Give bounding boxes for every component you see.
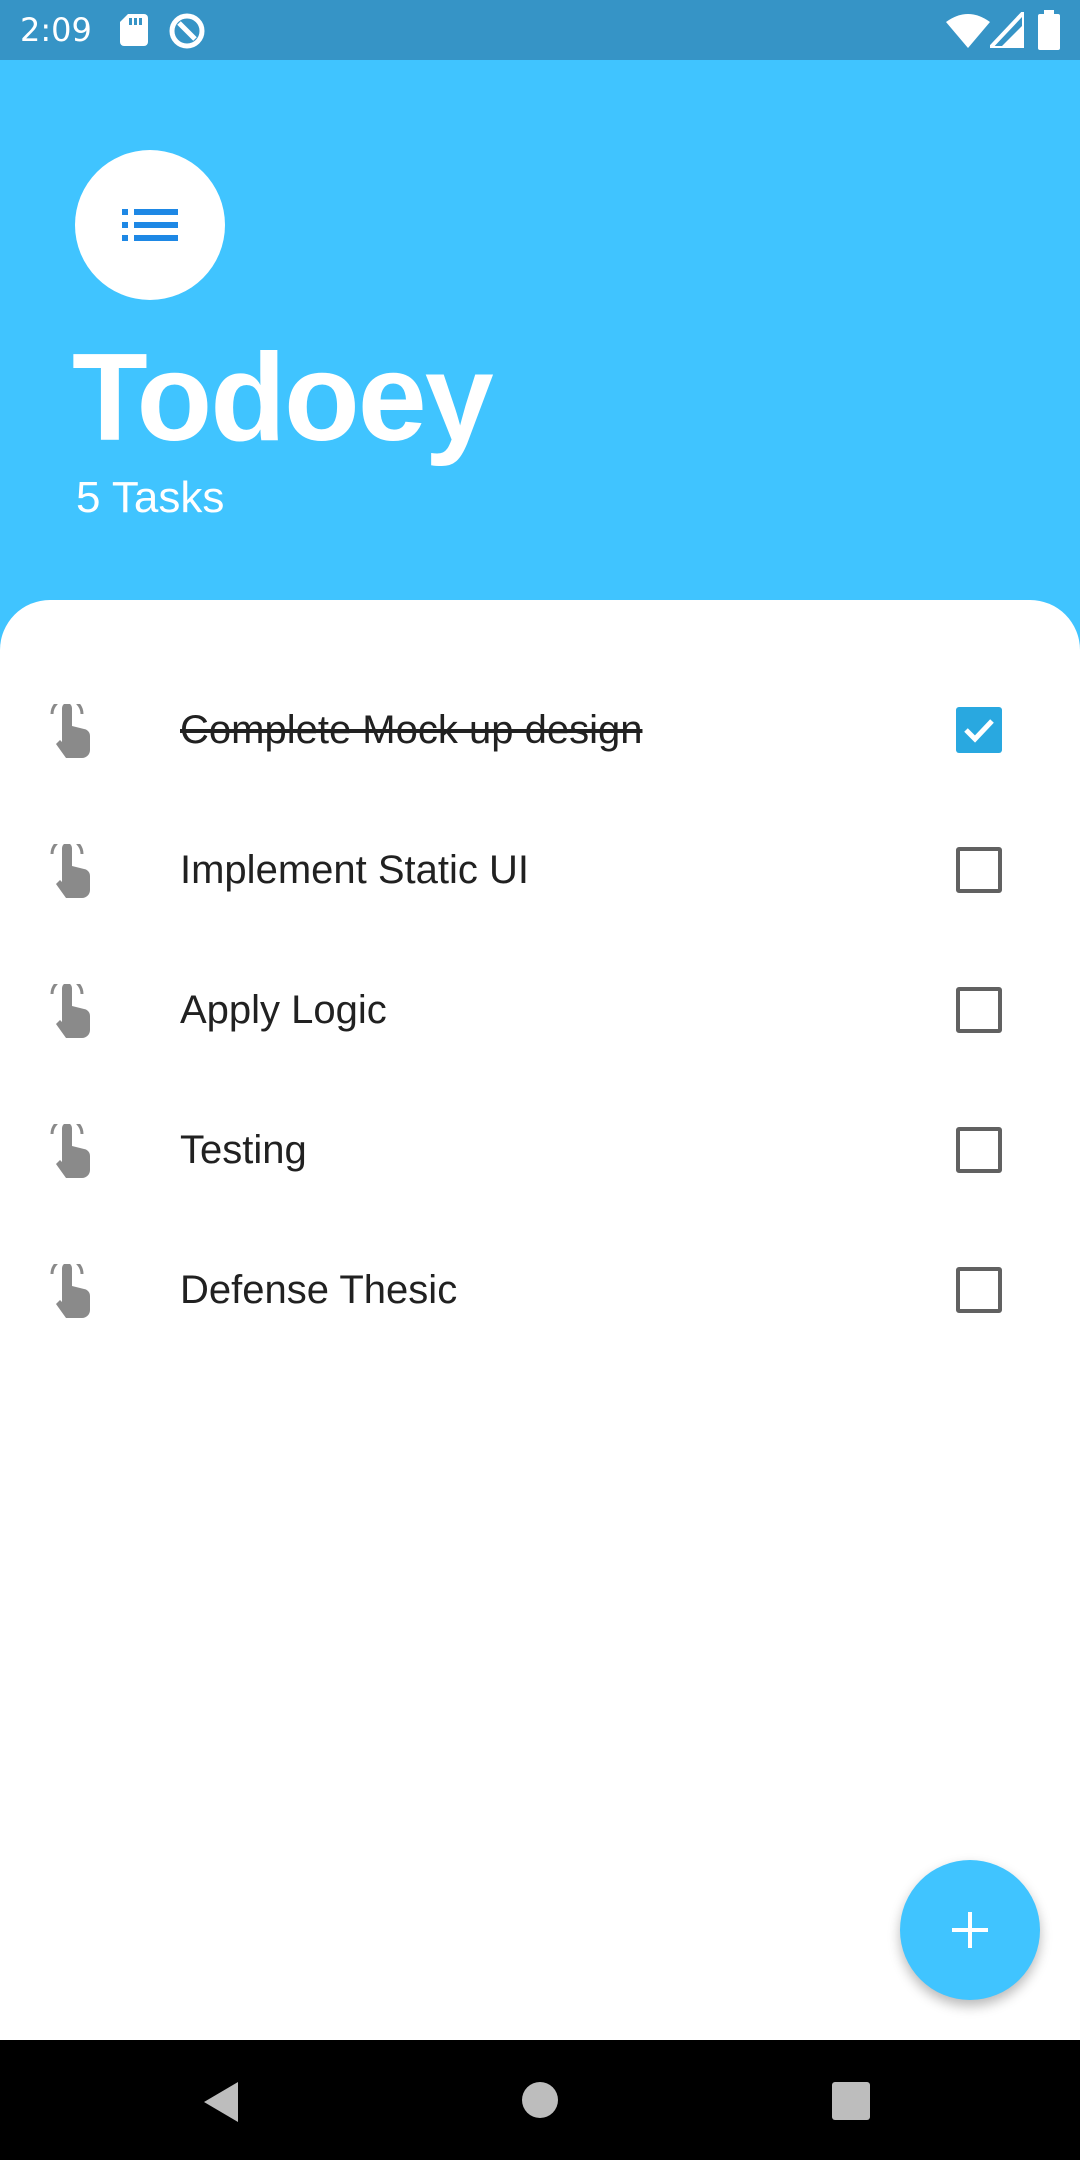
check-icon [964, 719, 994, 743]
task-checkbox[interactable] [956, 1127, 1002, 1173]
task-checkbox[interactable] [956, 987, 1002, 1033]
task-title: Complete Mock up design [180, 708, 643, 752]
task-checkbox[interactable] [956, 707, 1002, 753]
touch-app-icon[interactable] [50, 984, 94, 1038]
task-list-panel: Complete Mock up design Implement Static… [0, 600, 1080, 2040]
task-checkbox[interactable] [956, 847, 1002, 893]
task-count: 5 Tasks [76, 473, 225, 522]
touch-app-icon[interactable] [50, 1264, 94, 1318]
sd-card-icon [120, 14, 148, 46]
task-row[interactable]: Complete Mock up design [0, 660, 1080, 800]
touch-app-icon[interactable] [50, 844, 94, 898]
task-title: Implement Static UI [180, 848, 530, 892]
wifi-icon [946, 14, 990, 48]
task-row[interactable]: Implement Static UI [0, 800, 1080, 940]
battery-icon [1038, 10, 1060, 50]
task-title: Apply Logic [180, 988, 387, 1032]
add-task-button[interactable] [900, 1860, 1040, 2000]
task-row[interactable]: Testing [0, 1080, 1080, 1220]
home-icon[interactable] [520, 2080, 560, 2120]
task-row[interactable]: Defense Thesic [0, 1220, 1080, 1360]
logo-avatar [75, 150, 225, 300]
plus-icon [952, 1912, 988, 1948]
task-checkbox[interactable] [956, 1267, 1002, 1313]
task-title: Testing [180, 1128, 307, 1172]
status-bar: 2:09 [0, 0, 1080, 60]
back-icon[interactable] [200, 2080, 244, 2124]
task-title: Defense Thesic [180, 1268, 458, 1312]
cell-signal-icon [990, 12, 1024, 48]
app-title: Todoey [72, 329, 494, 467]
task-row[interactable]: Apply Logic [0, 940, 1080, 1080]
touch-app-icon[interactable] [50, 704, 94, 758]
app-header: Todoey 5 Tasks [0, 60, 1080, 600]
list-icon [122, 209, 178, 241]
sync-icon [169, 13, 205, 49]
recents-icon[interactable] [832, 2082, 870, 2120]
status-time: 2:09 [20, 11, 92, 49]
touch-app-icon[interactable] [50, 1124, 94, 1178]
system-nav-bar [0, 2040, 1080, 2160]
